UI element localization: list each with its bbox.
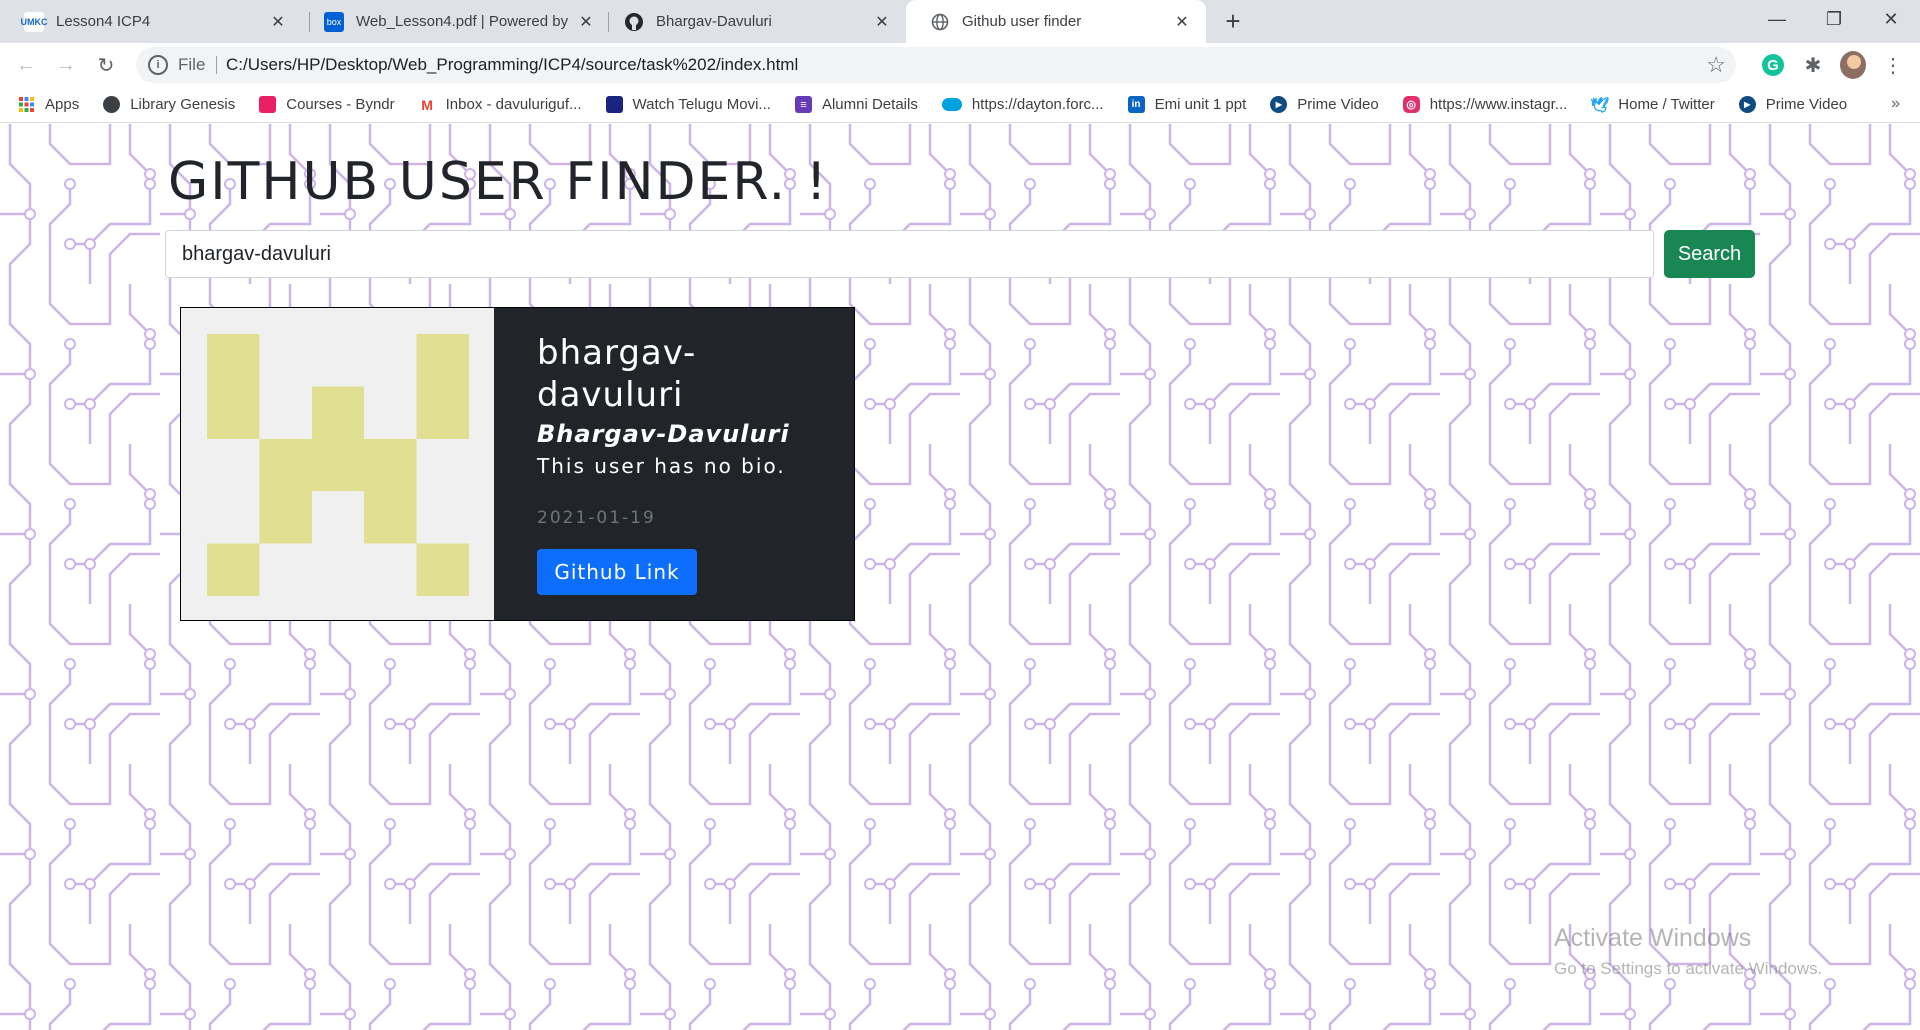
bookmark-label: Home / Twitter bbox=[1618, 96, 1715, 113]
forms-icon: ≡ bbox=[794, 96, 812, 113]
tab-title: Web_Lesson4.pdf | Powered by B bbox=[356, 13, 568, 30]
tab-strip: UMKC Lesson4 ICP4 ✕ box Web_Lesson4.pdf … bbox=[0, 0, 1920, 43]
user-card-body: bhargav-davuluri Bhargav-Davuluri This u… bbox=[494, 308, 854, 620]
page-title: GITHUB USER FINDER. ! bbox=[168, 152, 829, 212]
browser-tab-lesson4[interactable]: UMKC Lesson4 ICP4 ✕ bbox=[0, 0, 302, 43]
bookmark-label: Courses - Byndr bbox=[286, 96, 395, 113]
twitter-icon: 🕊 bbox=[1590, 96, 1610, 114]
user-bio: This user has no bio. bbox=[537, 454, 786, 478]
bookmark-label: Alumni Details bbox=[821, 96, 918, 113]
search-button[interactable]: Search bbox=[1664, 230, 1755, 278]
grammarly-icon: G bbox=[1762, 54, 1784, 76]
profile-avatar[interactable] bbox=[1840, 51, 1866, 79]
gmail-icon: M bbox=[418, 96, 436, 113]
chevron-more-icon[interactable]: » bbox=[1891, 95, 1900, 113]
linkedin-icon: in bbox=[1127, 96, 1145, 113]
back-arrow-icon[interactable]: ← bbox=[10, 49, 42, 81]
globe-icon bbox=[930, 12, 950, 32]
reload-icon[interactable]: ↻ bbox=[90, 49, 122, 81]
box-icon: box bbox=[324, 11, 344, 32]
activate-windows-watermark: Activate Windows Go to Settings to activ… bbox=[1554, 924, 1822, 979]
bookmark-star-icon[interactable]: ☆ bbox=[1706, 52, 1726, 78]
address-bar[interactable]: i File C:/Users/HP/Desktop/Web_Programmi… bbox=[136, 47, 1736, 83]
watermark-subtitle: Go to Settings to activate Windows. bbox=[1554, 959, 1823, 978]
scheme-label: File bbox=[178, 55, 206, 74]
bookmark-label: Apps bbox=[45, 96, 80, 113]
bookmark-twitter[interactable]: 🕊 Home / Twitter bbox=[1590, 96, 1715, 114]
user-name: Bhargav-Davuluri bbox=[537, 420, 790, 448]
browser-tab-web-lesson4-pdf[interactable]: box Web_Lesson4.pdf | Powered by B ✕ bbox=[300, 0, 610, 43]
bookmark-prime-video[interactable]: ▶ Prime Video bbox=[1270, 96, 1379, 113]
browser-tab-github-user-finder[interactable]: Github user finder ✕ bbox=[906, 0, 1206, 43]
prime-video-icon: ▶ bbox=[1738, 96, 1756, 113]
bookmark-label: Library Genesis bbox=[130, 96, 236, 113]
user-created-date: 2021-01-19 bbox=[537, 508, 656, 528]
apps-grid-icon bbox=[18, 96, 35, 113]
bookmark-instagram[interactable]: ◎ https://www.instagr... bbox=[1402, 96, 1568, 113]
bookmark-library-genesis[interactable]: Library Genesis bbox=[103, 96, 235, 113]
byndr-icon bbox=[259, 96, 277, 113]
menu-kebab-icon[interactable]: ⋮ bbox=[1880, 52, 1906, 78]
bookmark-label: Emi unit 1 ppt bbox=[1154, 96, 1247, 113]
bookmark-label: Watch Telugu Movi... bbox=[632, 96, 771, 113]
close-icon[interactable]: ✕ bbox=[576, 12, 596, 32]
bookmark-label: https://dayton.forc... bbox=[971, 96, 1104, 113]
bookmark-emi-unit[interactable]: in Emi unit 1 ppt bbox=[1127, 96, 1247, 113]
page-viewport: GITHUB USER FINDER. ! Search bhargav-dav… bbox=[0, 124, 1920, 1030]
github-icon bbox=[624, 12, 644, 32]
library-icon bbox=[103, 96, 121, 113]
grammarly-extension[interactable]: G bbox=[1760, 52, 1786, 78]
info-icon[interactable]: i bbox=[148, 55, 168, 75]
salesforce-cloud-icon bbox=[941, 98, 962, 111]
extensions-puzzle-icon[interactable]: ✱ bbox=[1800, 52, 1826, 78]
bookmark-dayton-force[interactable]: https://dayton.forc... bbox=[941, 96, 1104, 113]
bookmark-prime-video-2[interactable]: ▶ Prime Video bbox=[1738, 96, 1848, 113]
bookmark-courses-byndr[interactable]: Courses - Byndr bbox=[259, 96, 395, 113]
github-link-button[interactable]: Github Link bbox=[537, 549, 697, 595]
restore-button[interactable]: ❐ bbox=[1805, 0, 1863, 38]
close-icon[interactable]: ✕ bbox=[872, 12, 892, 32]
bookmark-label: Prime Video bbox=[1765, 96, 1848, 113]
movie-icon bbox=[605, 96, 623, 113]
bookmark-label: Inbox - davuluriguf... bbox=[445, 96, 582, 113]
user-card: bhargav-davuluri Bhargav-Davuluri This u… bbox=[180, 307, 855, 621]
prime-video-icon: ▶ bbox=[1270, 96, 1288, 113]
forward-arrow-icon[interactable]: → bbox=[50, 49, 82, 81]
tab-title: Bhargav-Davuluri bbox=[656, 13, 772, 30]
user-avatar-image bbox=[181, 308, 494, 620]
avatar bbox=[1840, 51, 1866, 79]
bookmark-label: Prime Video bbox=[1297, 96, 1379, 113]
close-icon[interactable]: ✕ bbox=[268, 12, 288, 32]
browser-toolbar: ← → ↻ i File C:/Users/HP/Desktop/Web_Pro… bbox=[0, 43, 1920, 87]
watermark-title: Activate Windows bbox=[1554, 924, 1752, 952]
bookmark-apps[interactable]: Apps bbox=[18, 96, 79, 113]
address-divider bbox=[216, 56, 217, 74]
user-login: bhargav-davuluri bbox=[537, 333, 697, 415]
instagram-icon: ◎ bbox=[1402, 96, 1420, 113]
tab-title: Github user finder bbox=[962, 13, 1082, 30]
new-tab-button[interactable]: + bbox=[1218, 6, 1248, 36]
bookmark-alumni-details[interactable]: ≡ Alumni Details bbox=[794, 96, 918, 113]
browser-tab-github-profile[interactable]: Bhargav-Davuluri ✕ bbox=[600, 0, 906, 43]
url-text[interactable]: C:/Users/HP/Desktop/Web_Programming/ICP4… bbox=[226, 55, 798, 75]
close-window-button[interactable]: ✕ bbox=[1862, 0, 1920, 38]
bookmarks-bar: Apps Library Genesis Courses - Byndr M I… bbox=[0, 87, 1920, 123]
bookmark-inbox[interactable]: M Inbox - davuluriguf... bbox=[418, 96, 582, 113]
bookmark-label: https://www.instagr... bbox=[1429, 96, 1568, 113]
bookmark-watch-telugu[interactable]: Watch Telugu Movi... bbox=[605, 96, 771, 113]
close-icon[interactable]: ✕ bbox=[1172, 12, 1192, 32]
tab-title: Lesson4 ICP4 bbox=[56, 13, 151, 30]
umkc-icon: UMKC bbox=[21, 11, 48, 32]
minimize-button[interactable]: — bbox=[1748, 0, 1806, 38]
username-search-input[interactable] bbox=[165, 230, 1654, 278]
identicon-image bbox=[207, 334, 469, 596]
